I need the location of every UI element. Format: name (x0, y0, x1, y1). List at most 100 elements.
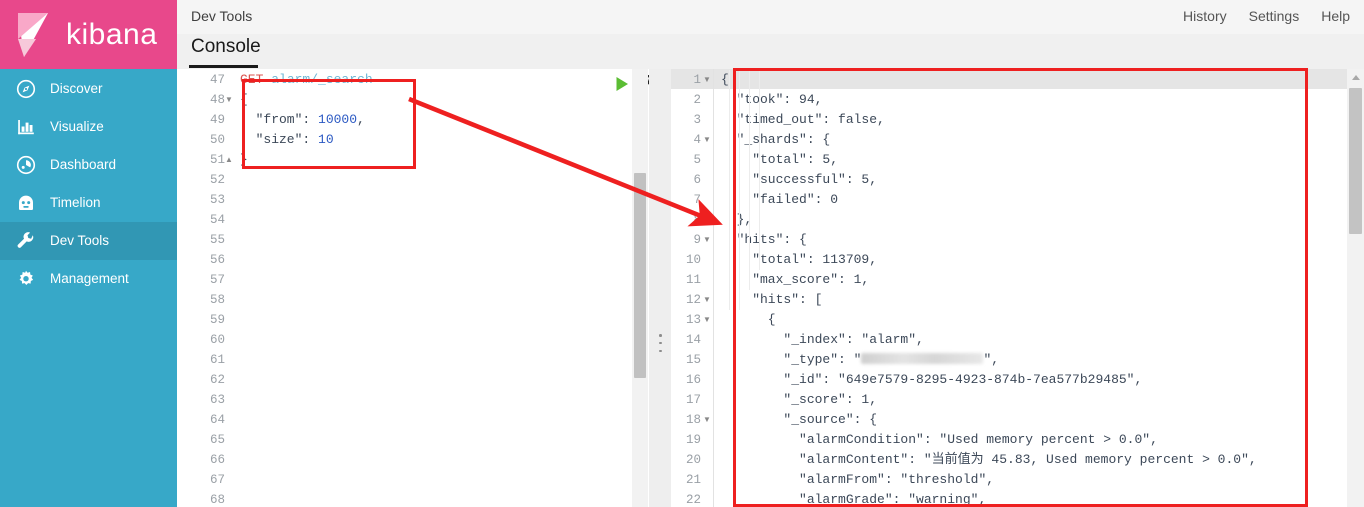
line-number: 51 (209, 153, 225, 167)
line-number: 2 (693, 93, 701, 107)
line-number: 64 (209, 413, 225, 427)
indent-guide (749, 70, 750, 290)
brand-name: kibana (66, 17, 158, 51)
line-number: 50 (209, 133, 225, 147)
request-code[interactable]: GET alarm/_search { "from": 10000, "size"… (233, 69, 640, 507)
line-number: 12 (685, 293, 701, 307)
line-number: 1 (693, 73, 701, 87)
sidebar-item-label: Management (50, 271, 129, 287)
line-number: 22 (685, 493, 701, 507)
response-line: "_type": " ", (721, 352, 1000, 367)
line-number: 60 (209, 333, 225, 347)
fold-up-icon[interactable]: ▲ (225, 150, 233, 170)
sidebar-item-management[interactable]: Management (0, 260, 177, 298)
fold-down-icon[interactable]: ▼ (703, 290, 711, 310)
sidebar-item-visualize[interactable]: Visualize (0, 108, 177, 146)
timelion-icon (14, 191, 38, 215)
response-gutter: 1 ▼ 2 3 4 ▼ 5 6 7 8 ▲ 9 ▼ 10 11 12 ▼ 13 ▼ 14 15 16 17 18 ▼ 19 20 21… (671, 69, 713, 507)
sidebar-item-label: Visualize (50, 119, 104, 135)
response-line: "alarmFrom": "threshold", (721, 472, 995, 487)
response-line: "hits": { (721, 232, 807, 247)
sidebar-item-timelion[interactable]: Timelion (0, 184, 177, 222)
history-link[interactable]: History (1183, 8, 1227, 24)
gauge-icon (14, 153, 38, 177)
response-line: "alarmContent": "当前值为 45.83, Used memory… (721, 452, 1257, 467)
header-links: History Settings Help (1183, 8, 1350, 24)
line-number: 47 (209, 73, 225, 87)
response-line: "max_score": 1, (721, 272, 870, 287)
console-body: 47 48 ▼ 49 50 51 ▲ 52 53 54 55 56 57 58 59 60 61 62 63 64 65… (177, 69, 1364, 507)
line-number: 16 (685, 373, 701, 387)
kibana-brand[interactable]: kibana (0, 0, 177, 69)
line-number: 55 (209, 233, 225, 247)
line-number: 61 (209, 353, 225, 367)
sidebar-item-label: Discover (50, 81, 103, 97)
response-line: { (721, 312, 776, 327)
code-line: { (240, 92, 248, 107)
play-icon[interactable] (613, 75, 631, 93)
code-line: "from": 10000, (240, 112, 365, 127)
code-line: GET alarm/_search (240, 72, 373, 87)
fold-down-icon[interactable]: ▼ (703, 230, 711, 250)
response-line: "alarmGrade": "warning", (721, 492, 987, 507)
line-number: 14 (685, 333, 701, 347)
line-number: 67 (209, 473, 225, 487)
response-scrollbar-thumb[interactable] (1349, 88, 1362, 234)
tab-bar: Console (177, 34, 1364, 69)
fold-down-icon[interactable]: ▼ (703, 70, 711, 90)
sidebar-item-label: Dev Tools (50, 233, 110, 249)
line-number: 5 (693, 153, 701, 167)
response-line: "successful": 5, (721, 172, 878, 187)
sidebar-item-dashboard[interactable]: Dashboard (0, 146, 177, 184)
line-number: 58 (209, 293, 225, 307)
redacted-value (861, 353, 984, 364)
sidebar-item-label: Dashboard (50, 157, 117, 173)
sidebar-item-label: Timelion (50, 195, 101, 211)
line-number: 65 (209, 433, 225, 447)
response-viewer[interactable]: 1 ▼ 2 3 4 ▼ 5 6 7 8 ▲ 9 ▼ 10 11 12 ▼ 13 ▼ 14 15 16 17 18 ▼ 19 20 21… (671, 69, 1364, 507)
splitter-drag-handle-icon[interactable] (656, 334, 665, 352)
settings-link[interactable]: Settings (1249, 8, 1300, 24)
indent-guide (739, 70, 740, 310)
response-line: "_source": { (721, 412, 878, 427)
fold-up-icon[interactable]: ▲ (703, 210, 711, 230)
scroll-up-icon[interactable] (1347, 69, 1364, 85)
panel-splitter[interactable] (649, 69, 671, 507)
request-gutter: 47 48 ▼ 49 50 51 ▲ 52 53 54 55 56 57 58 59 60 61 62 63 64 65… (185, 69, 233, 507)
line-number: 4 (693, 133, 701, 147)
response-line: "_shards": { (721, 132, 831, 147)
line-number: 49 (209, 113, 225, 127)
line-number: 66 (209, 453, 225, 467)
response-line: "_index": "alarm", (721, 332, 924, 347)
line-number: 56 (209, 253, 225, 267)
response-line: "_id": "649e7579-8295-4923-874b-7ea577b2… (721, 372, 1143, 387)
tab-active-indicator (189, 65, 258, 68)
line-number: 15 (685, 353, 701, 367)
line-number: 10 (685, 253, 701, 267)
help-link[interactable]: Help (1321, 8, 1350, 24)
response-line: "took": 94, (721, 92, 823, 107)
fold-down-icon[interactable]: ▼ (225, 90, 233, 110)
line-number: 59 (209, 313, 225, 327)
line-number: 20 (685, 453, 701, 467)
line-number: 53 (209, 193, 225, 207)
bar-chart-icon (14, 115, 38, 139)
line-number: 9 (693, 233, 701, 247)
tab-console[interactable]: Console (191, 36, 261, 63)
request-editor[interactable]: 47 48 ▼ 49 50 51 ▲ 52 53 54 55 56 57 58 59 60 61 62 63 64 65… (185, 69, 654, 507)
line-number: 68 (209, 493, 225, 507)
line-number: 18 (685, 413, 701, 427)
code-line: } (240, 152, 248, 167)
code-line: "size": 10 (240, 132, 334, 147)
sidebar-nav: Discover Visualize Dashboard Timelion De… (0, 69, 177, 298)
request-scrollbar-thumb[interactable] (634, 173, 646, 378)
kibana-dev-tools-console: kibana Discover Visualize Dashboard Time… (0, 0, 1364, 507)
response-line: "hits": [ (721, 292, 823, 307)
sidebar-item-dev-tools[interactable]: Dev Tools (0, 222, 177, 260)
fold-down-icon[interactable]: ▼ (703, 310, 711, 330)
sidebar-item-discover[interactable]: Discover (0, 70, 177, 108)
fold-down-icon[interactable]: ▼ (703, 410, 711, 430)
line-number: 57 (209, 273, 225, 287)
fold-down-icon[interactable]: ▼ (703, 130, 711, 150)
line-number: 52 (209, 173, 225, 187)
